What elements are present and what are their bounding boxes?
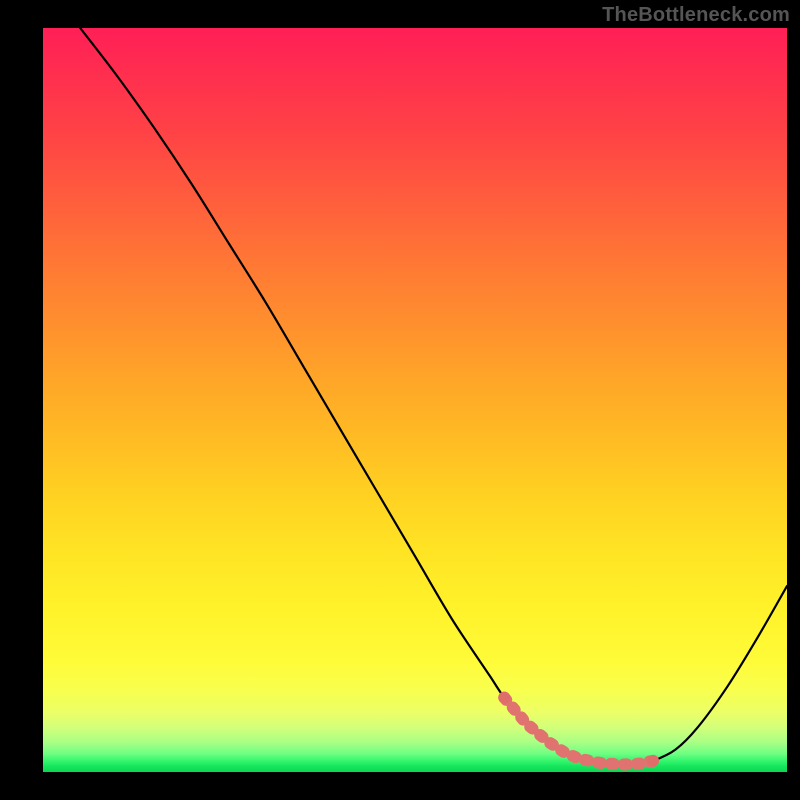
watermark-text: TheBottleneck.com	[602, 4, 790, 27]
optimal-range-right-dot	[647, 755, 659, 767]
bottleneck-curve	[80, 28, 787, 765]
plot-area	[43, 28, 787, 772]
optimal-range-marker	[504, 698, 653, 765]
curve-layer	[43, 28, 787, 772]
optimal-range-left-dot	[498, 692, 510, 704]
chart-container: TheBottleneck.com	[0, 0, 800, 800]
